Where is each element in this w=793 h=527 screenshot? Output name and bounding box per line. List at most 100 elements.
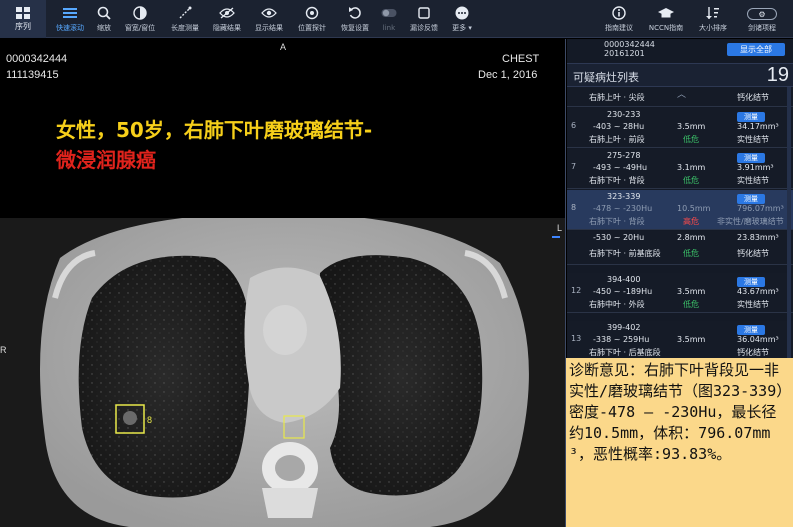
lesion-location: 右肺下叶 · 前基底段 xyxy=(589,249,661,258)
series-button[interactable]: 序列 xyxy=(0,0,46,38)
diagnosis-caption: 诊断意见：右肺下叶背段见一非实性/磨玻璃结节（图323-339）密度-478 —… xyxy=(566,358,793,527)
tool-label: 窗宽/窗位 xyxy=(124,24,156,32)
tool-link-toggle[interactable]: link xyxy=(378,2,400,36)
tool-show-results[interactable]: 显示结果 xyxy=(250,2,288,36)
tool-length-measure[interactable]: 长度测量 xyxy=(166,2,204,36)
lesion-slice-range: 230-233 xyxy=(607,110,641,119)
tool-label: 指南建议 xyxy=(605,24,633,32)
tool-missed-feedback[interactable]: 漏诊反馈 xyxy=(406,2,442,36)
chevron-up-icon[interactable]: ︿ xyxy=(677,90,686,100)
tool-hide-results[interactable]: 隐藏结果 xyxy=(208,2,246,36)
tool-label: 快速滚动 xyxy=(56,24,84,32)
lesion-index: 12 xyxy=(571,286,582,295)
lesion-size: 3.5mm xyxy=(677,122,706,131)
lesion-row-selected[interactable]: 8 323-339 测量 -478 ~ -230Hu 10.5mm 796.07… xyxy=(567,190,793,230)
tool-guideline-advice[interactable]: 指南建议 xyxy=(600,2,638,36)
viewer-patient-id: 0000342444 xyxy=(6,53,68,65)
viewer-study-id: 111139415 xyxy=(6,69,59,81)
lesion-row[interactable]: 右肺上叶 · 尖段 钙化结节 ︿ xyxy=(567,87,793,107)
measure-button[interactable]: 测量 xyxy=(737,153,765,163)
gear-icon: ⚙ xyxy=(747,8,777,20)
lesion-hu: -338 ~ 259Hu xyxy=(593,335,650,344)
tool-label: 位置探针 xyxy=(298,24,326,32)
lesion-type: 非实性/磨玻璃结节 xyxy=(717,217,784,226)
settings-label: 剑诸项程 xyxy=(748,24,776,32)
graduation-cap-icon xyxy=(657,2,675,24)
lesion-size: 10.5mm xyxy=(677,204,711,213)
lesion-volume: 3.91mm³ xyxy=(737,163,774,172)
lesion-risk: 低危 xyxy=(683,176,699,185)
panel-patient-id: 0000342444 xyxy=(604,40,655,49)
tool-label: 显示结果 xyxy=(255,24,283,32)
eye-icon xyxy=(261,2,277,24)
lesion-slice-range: 399-402 xyxy=(607,323,641,332)
lesion-row[interactable]: 13 399-402 测量 -338 ~ 259Hu 3.5mm 36.04mm… xyxy=(567,321,793,361)
lesion-hu: -478 ~ -230Hu xyxy=(593,204,653,213)
tool-nccn-guideline[interactable]: NCCN指南 xyxy=(644,2,688,36)
suspicious-lesion-header[interactable]: 可疑病灶列表 19 xyxy=(567,63,793,87)
ruler-icon xyxy=(178,2,192,24)
lesion-location: 右肺下叶 · 背段 xyxy=(589,176,645,185)
lesion-type: 实性结节 xyxy=(737,300,769,309)
section-title: 可疑病灶列表 xyxy=(573,71,639,84)
lesion-size: 3.1mm xyxy=(677,163,706,172)
lesion-hu: -530 ~ 20Hu xyxy=(593,233,645,242)
lesion-row[interactable]: -530 ~ 20Hu 2.8mm 23.83mm³ 右肺下叶 · 前基底段 低… xyxy=(567,231,793,265)
tool-label: 缩放 xyxy=(97,24,111,32)
lesion-risk: 低危 xyxy=(683,135,699,144)
more-icon xyxy=(455,2,469,24)
reset-icon xyxy=(348,2,362,24)
tool-position-probe[interactable]: 位置探针 xyxy=(292,2,332,36)
show-all-button[interactable]: 显示全部 xyxy=(727,43,785,56)
orientation-anterior: A xyxy=(280,42,287,52)
tool-label: 恢复设置 xyxy=(341,24,369,32)
lesion-risk: 高危 xyxy=(683,217,699,226)
eye-off-icon xyxy=(219,2,235,24)
viewer-date: Dec 1, 2016 xyxy=(478,69,538,81)
image-viewer[interactable]: 0000342444 111139415 CHEST Dec 1, 2016 A… xyxy=(0,39,566,527)
lesion-count: 19 xyxy=(766,64,789,86)
lesion-hu: -493 ~ -49Hu xyxy=(593,163,648,172)
lesion-size: 3.5mm xyxy=(677,335,706,344)
orientation-right: R xyxy=(0,345,7,355)
headline-caption: 女性，50岁，右肺下叶磨玻璃结节- 微浸润腺癌 xyxy=(56,115,372,175)
series-label: 序列 xyxy=(15,21,31,31)
headline-line-2: 微浸润腺癌 xyxy=(56,148,156,172)
lesion-location: 右肺中叶 · 外段 xyxy=(589,300,645,309)
slice-scroll-marker[interactable] xyxy=(552,236,560,238)
tool-size-sort[interactable]: 大小排序 xyxy=(694,2,732,36)
tool-label: 长度测量 xyxy=(171,24,199,32)
lesion-row[interactable]: 12 394-400 测量 -450 ~ -189Hu 3.5mm 43.67m… xyxy=(567,273,793,313)
lesion-hu: -403 ~ 28Hu xyxy=(593,122,645,131)
search-icon xyxy=(97,2,111,24)
tool-zoom[interactable]: 缩放 xyxy=(90,2,118,36)
tool-reset-settings[interactable]: 恢复设置 xyxy=(336,2,374,36)
tool-fast-scroll[interactable]: 快速滚动 xyxy=(52,2,88,36)
settings-button[interactable]: ⚙ 剑诸项程 xyxy=(740,2,784,36)
lesion-risk: 低危 xyxy=(683,300,699,309)
diagnosis-text: 诊断意见：右肺下叶背段见一非实性/磨玻璃结节（图323-339）密度-478 —… xyxy=(569,361,784,463)
tool-more[interactable]: 更多 ▾ xyxy=(446,2,478,36)
measure-button[interactable]: 测量 xyxy=(737,277,765,287)
lesion-risk: 低危 xyxy=(683,249,699,258)
ct-image[interactable]: 8 R L xyxy=(0,213,565,527)
lesion-row[interactable]: 6 230-233 测量 -403 ~ 28Hu 3.5mm 34.17mm³ … xyxy=(567,108,793,148)
lesion-slice-range: 323-339 xyxy=(607,192,641,201)
lesion-slice-range: 394-400 xyxy=(607,275,641,284)
tool-label: 隐藏结果 xyxy=(213,24,241,32)
lesion-hu: -450 ~ -189Hu xyxy=(593,287,653,296)
info-icon xyxy=(612,2,626,24)
lesion-location: 右肺下叶 · 背段 xyxy=(589,217,645,226)
measure-button[interactable]: 测量 xyxy=(737,112,765,122)
ct-scan-image xyxy=(40,213,529,527)
square-icon xyxy=(418,2,430,24)
lesion-row[interactable]: 7 275-278 测量 -493 ~ -49Hu 3.1mm 3.91mm³ … xyxy=(567,149,793,189)
lesion-volume: 43.67mm³ xyxy=(737,287,779,296)
target-icon xyxy=(305,2,319,24)
list-scrollbar[interactable] xyxy=(787,87,791,367)
measure-button[interactable]: 测量 xyxy=(737,325,765,335)
tool-window-level[interactable]: 窗宽/窗位 xyxy=(120,2,160,36)
measure-button[interactable]: 测量 xyxy=(737,194,765,204)
lesion-type: 实性结节 xyxy=(737,135,769,144)
tool-label: 大小排序 xyxy=(699,24,727,32)
